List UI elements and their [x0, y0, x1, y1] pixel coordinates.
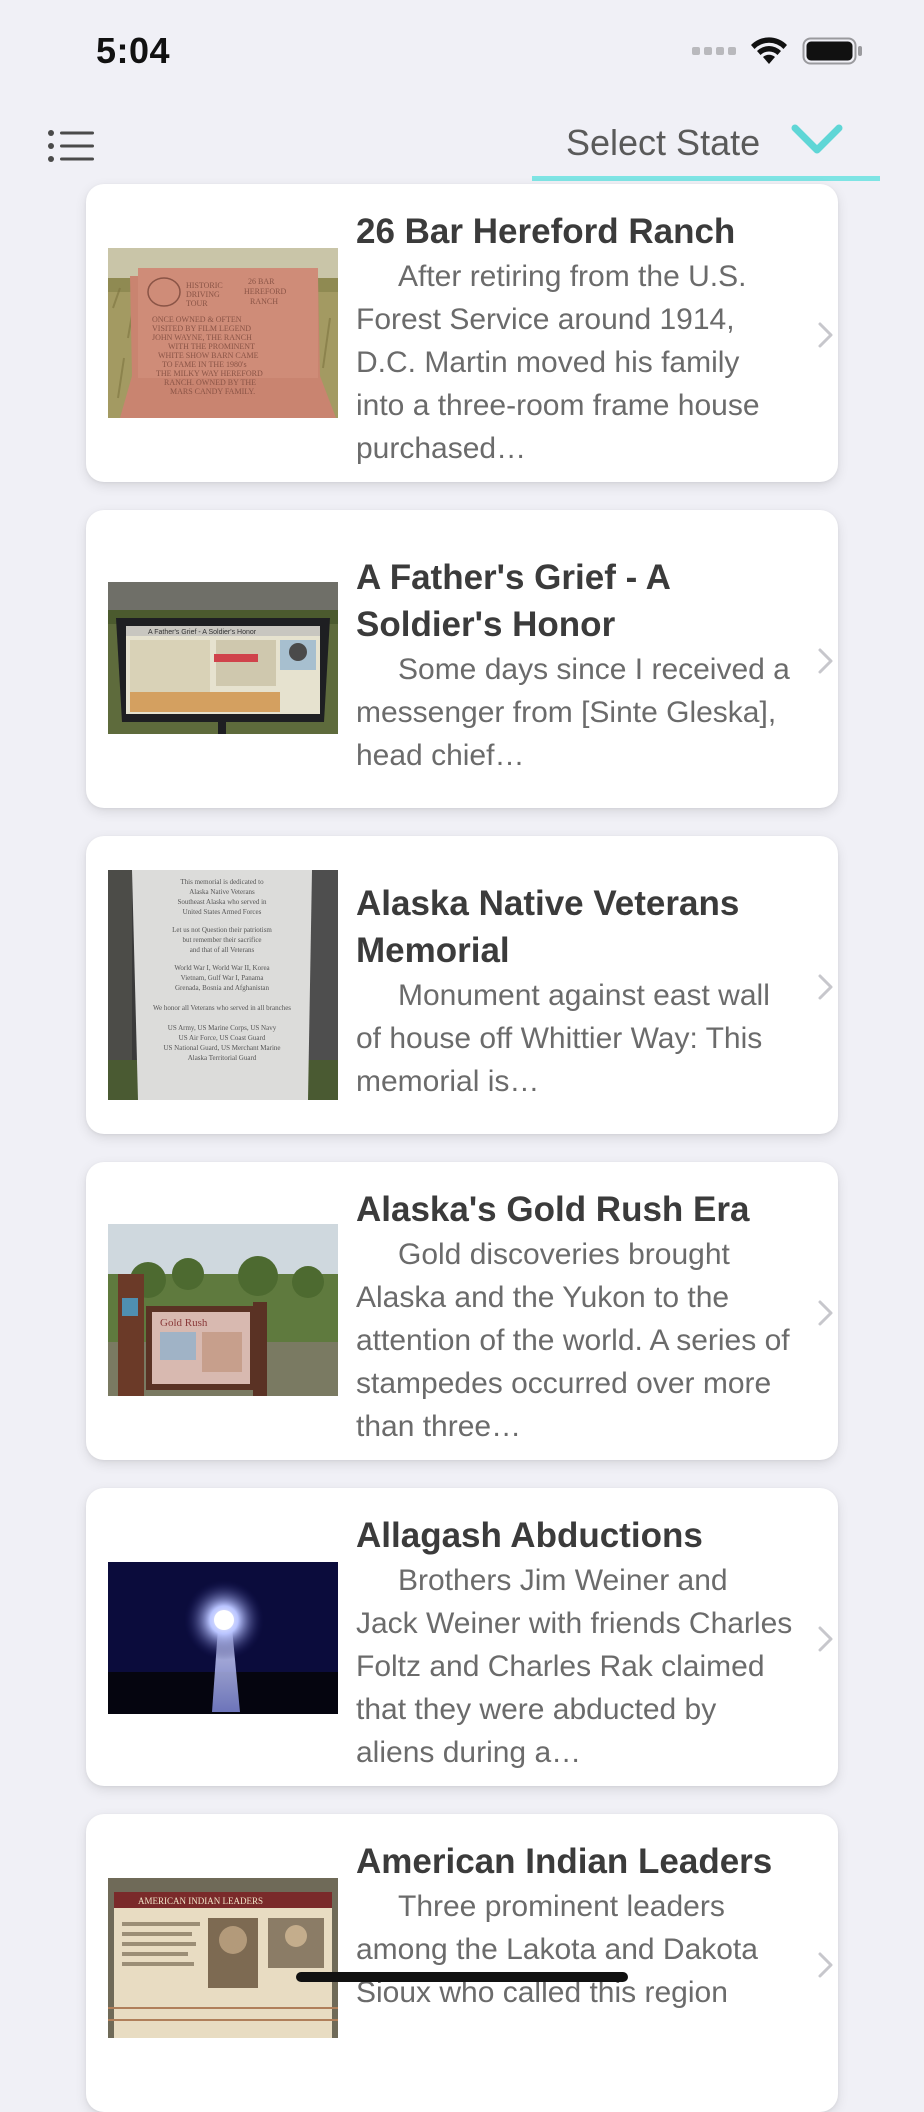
- sign-text: AMERICAN INDIAN LEADERS: [138, 1896, 263, 1906]
- marker-description: Monument against east wall of house off …: [356, 979, 770, 1098]
- sign-text: Alaska Native Veterans: [189, 888, 255, 896]
- marker-text: Alaska Native Veterans Memorial Monument…: [356, 860, 796, 1103]
- battery-icon: [802, 36, 864, 66]
- sign-text: and that of all Veterans: [190, 946, 255, 954]
- sign-text: HEREFORD: [244, 287, 286, 296]
- sign-text: HISTORIC: [186, 281, 223, 290]
- sign-text: Southeast Alaska who served in: [177, 898, 267, 906]
- sign-text: WITH THE PROMINENT: [168, 342, 255, 351]
- cellular-signal-icon: [692, 47, 736, 55]
- sign-text: RANCH. OWNED BY THE: [164, 378, 256, 387]
- sign-text: VISITED BY FILM LEGEND: [152, 324, 251, 333]
- sign-text: US Air Force, US Coast Guard: [179, 1034, 266, 1042]
- marker-description: After retiring from the U.S. Forest Serv…: [356, 260, 760, 465]
- chevron-right-icon: [814, 320, 838, 350]
- chevron-right-icon: [814, 1298, 838, 1328]
- sign-text: but remember their sacrifice: [182, 936, 261, 944]
- sign-text: MARS CANDY FAMILY.: [170, 387, 255, 396]
- marker-thumbnail: This memorial is dedicated to Alaska Nat…: [108, 870, 338, 1100]
- marker-title: Alaska Native Veterans Memorial: [356, 884, 740, 970]
- marker-text: A Father's Grief - A Soldier's Honor Som…: [356, 534, 796, 777]
- marker-title: Alaska's Gold Rush Era: [356, 1190, 750, 1229]
- sign-text: World War I, World War II, Korea: [174, 964, 270, 972]
- sign-text: US Army, US Marine Corps, US Navy: [168, 1024, 277, 1032]
- marker-card[interactable]: Allagash Abductions Brothers Jim Weiner …: [86, 1488, 838, 1786]
- marker-title: American Indian Leaders: [356, 1842, 773, 1881]
- sign-text: THE MILKY WAY HEREFORD: [156, 369, 263, 378]
- marker-description: Brothers Jim Weiner and Jack Weiner with…: [356, 1564, 793, 1769]
- chevron-right-icon: [814, 1624, 838, 1654]
- sign-text: Let us not Question their patriotism: [172, 926, 272, 934]
- marker-card[interactable]: AMERICAN INDIAN LEADERS American Indian …: [86, 1814, 838, 2112]
- chevron-right-icon: [814, 646, 838, 676]
- marker-text: Alaska's Gold Rush Era Gold discoveries …: [356, 1186, 796, 1448]
- marker-thumbnail: AMERICAN INDIAN LEADERS: [108, 1878, 338, 2038]
- sign-text: This memorial is dedicated to: [180, 878, 264, 886]
- marker-card[interactable]: A Father's Grief - A Soldier's Honor A F…: [86, 510, 838, 808]
- marker-card[interactable]: Gold Rush Alaska's Gold Rush Era Gold di…: [86, 1162, 838, 1460]
- marker-title: A Father's Grief - A Soldier's Honor: [356, 558, 670, 644]
- marker-description: Some days since I received a messenger f…: [356, 653, 790, 772]
- marker-text: 26 Bar Hereford Ranch After retiring fro…: [356, 208, 796, 470]
- marker-text: American Indian Leaders Three prominent …: [356, 1838, 796, 2014]
- marker-thumbnail: [108, 1562, 338, 1714]
- sign-text: 26 BAR: [248, 277, 275, 286]
- marker-description: Gold discoveries brought Alaska and the …: [356, 1238, 790, 1443]
- sign-text: Gold Rush: [160, 1317, 208, 1329]
- status-bar: 5:04: [0, 0, 924, 100]
- sign-text: DRIVING: [186, 290, 220, 299]
- marker-description: Three prominent leaders among the Lakota…: [356, 1890, 758, 2009]
- sign-text: TOUR: [186, 299, 208, 308]
- sign-text: Grenada, Bosnia and Afghanistan: [175, 984, 270, 992]
- status-time: 5:04: [96, 30, 171, 71]
- marker-text: Allagash Abductions Brothers Jim Weiner …: [356, 1512, 796, 1774]
- marker-thumbnail: HISTORIC DRIVING TOUR 26 BAR HEREFORD RA…: [108, 248, 338, 418]
- state-select-dropdown[interactable]: Select State: [532, 112, 880, 181]
- sign-text: We honor all Veterans who served in all …: [153, 1004, 291, 1012]
- state-select-label: Select State: [566, 122, 761, 163]
- marker-title: 26 Bar Hereford Ranch: [356, 212, 736, 251]
- marker-thumbnail: Gold Rush: [108, 1224, 338, 1396]
- chevron-right-icon: [814, 972, 838, 1002]
- sign-text: Vietnam, Gulf War I, Panama: [181, 974, 265, 982]
- sign-text: ONCE OWNED & OFTEN: [152, 315, 242, 324]
- sign-text: US National Guard, US Merchant Marine: [163, 1044, 280, 1052]
- status-icons: [692, 36, 864, 66]
- marker-card[interactable]: HISTORIC DRIVING TOUR 26 BAR HEREFORD RA…: [86, 184, 838, 482]
- marker-title: Allagash Abductions: [356, 1516, 703, 1555]
- sign-text: WHITE SHOW BARN CAME: [158, 351, 259, 360]
- sign-text: RANCH: [250, 297, 278, 306]
- chevron-right-icon: [814, 1950, 838, 1980]
- sign-text: A Father's Grief - A Soldier's Honor: [148, 629, 257, 636]
- sign-text: TO FAME IN THE 1980's: [162, 360, 247, 369]
- sign-text: Alaska Territorial Guard: [188, 1054, 257, 1062]
- nav-bar: Select State: [0, 112, 924, 182]
- sign-text: JOHN WAYNE, THE RANCH: [152, 333, 252, 342]
- marker-thumbnail: A Father's Grief - A Soldier's Honor: [108, 582, 338, 734]
- wifi-icon: [750, 37, 788, 65]
- home-indicator[interactable]: [296, 1972, 628, 1982]
- sign-text: United States Armed Forces: [183, 908, 262, 916]
- marker-card[interactable]: This memorial is dedicated to Alaska Nat…: [86, 836, 838, 1134]
- list-icon[interactable]: [46, 126, 96, 166]
- chevron-down-icon: [790, 122, 844, 161]
